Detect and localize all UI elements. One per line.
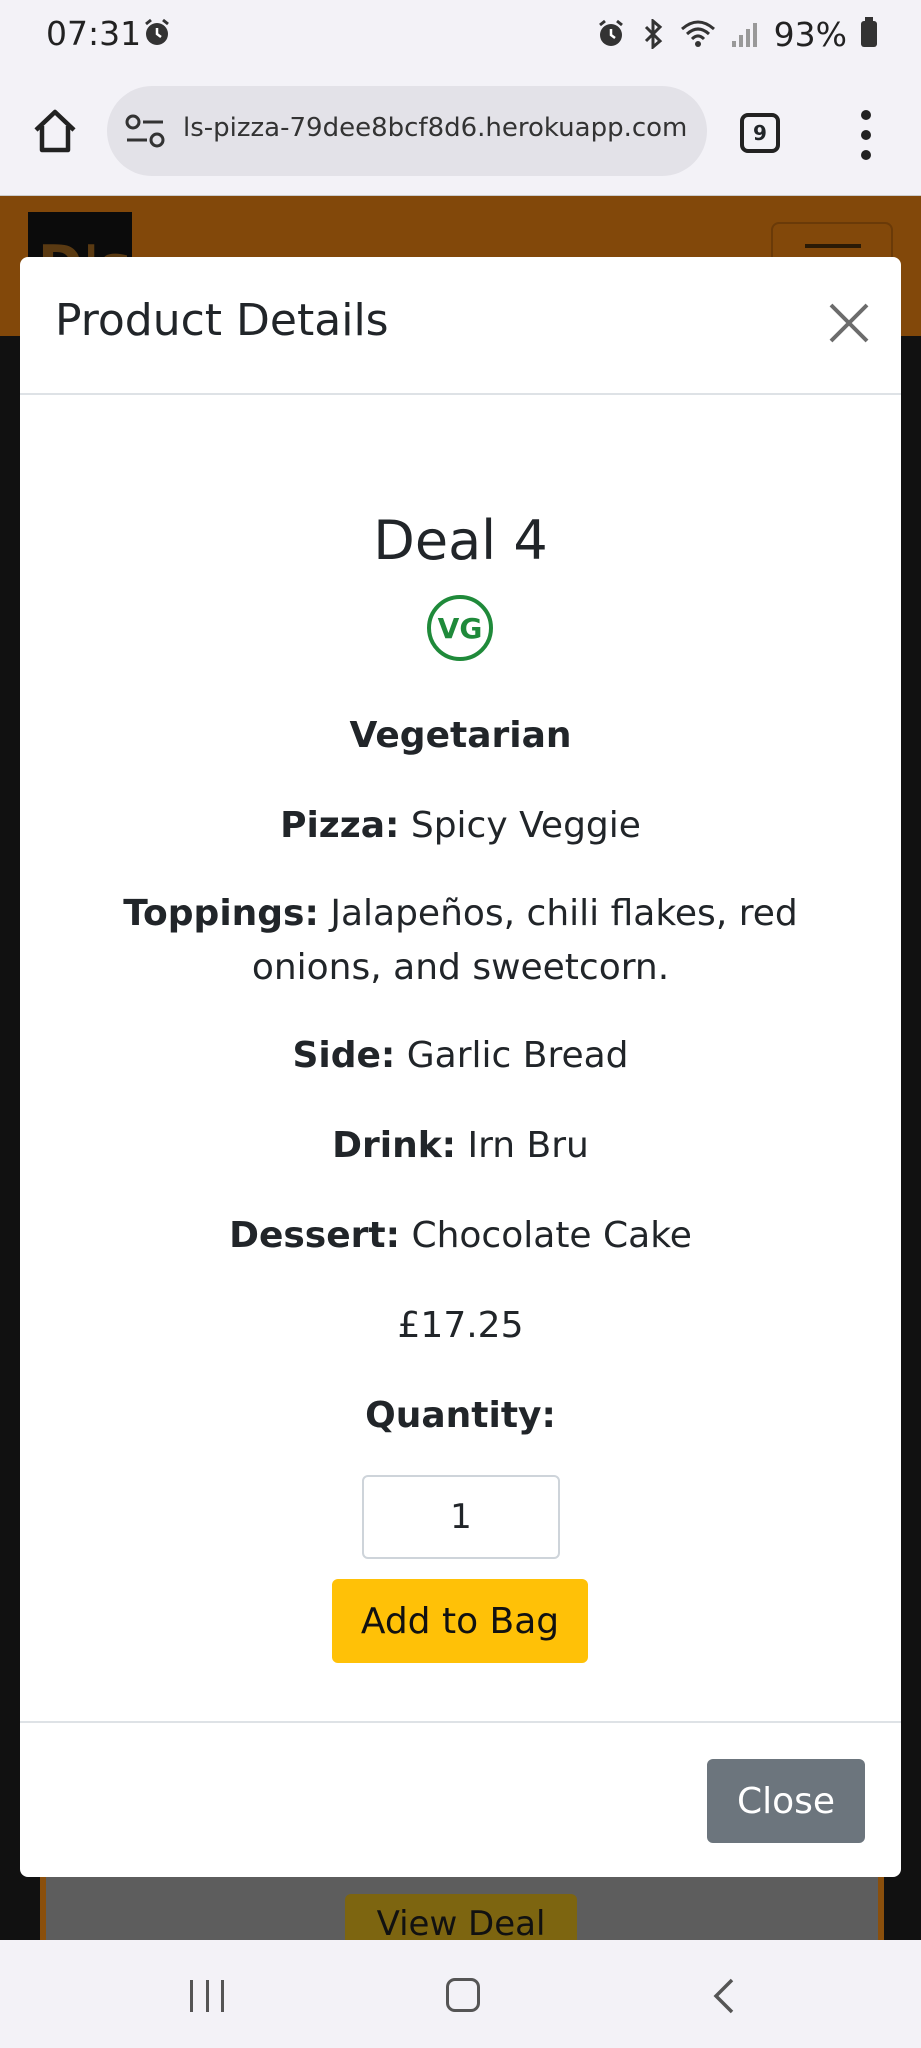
pizza-label: Pizza:	[280, 805, 400, 846]
alarm-icon	[145, 18, 169, 45]
status-time: 07:31	[46, 14, 142, 53]
side-label: Side:	[292, 1035, 396, 1076]
drink-line: Drink: Irn Bru	[60, 1119, 861, 1173]
pizza-value: Spicy Veggie	[410, 805, 641, 846]
system-nav-bar	[0, 1940, 921, 2048]
dessert-label: Dessert:	[229, 1215, 400, 1256]
close-button[interactable]: Close	[707, 1759, 865, 1843]
dessert-line: Dessert: Chocolate Cake	[60, 1209, 861, 1263]
view-deal-button: View Deal	[345, 1894, 577, 1940]
home-nav-icon[interactable]	[446, 1978, 480, 2012]
url-text[interactable]: ls-pizza-79dee8bcf8d6.herokuapp.com	[183, 113, 693, 143]
back-icon[interactable]	[708, 1976, 738, 2016]
add-to-bag-button[interactable]: Add to Bag	[332, 1579, 588, 1663]
signal-icon	[731, 23, 757, 47]
drink-value: Irn Bru	[467, 1125, 589, 1166]
modal-title: Product Details	[55, 295, 389, 346]
price: £17.25	[397, 1305, 524, 1346]
pizza-line: Pizza: Spicy Veggie	[60, 799, 861, 853]
diet-label: Vegetarian	[349, 715, 572, 756]
modal-header: Product Details	[20, 257, 901, 395]
wifi-icon	[680, 20, 715, 47]
tab-switcher-button[interactable]: 9	[740, 113, 780, 153]
alarm-icon	[598, 19, 623, 46]
status-icons: 93%	[596, 14, 877, 54]
site-settings-icon[interactable]	[125, 114, 165, 148]
drink-label: Drink:	[332, 1125, 457, 1166]
toppings-value: Jalapeños, chili flakes, red onions, and…	[251, 893, 798, 988]
quantity-input[interactable]: 1	[362, 1475, 560, 1559]
deal-name: Deal 4	[373, 509, 548, 572]
dessert-value: Chocolate Cake	[411, 1215, 692, 1256]
home-icon[interactable]	[30, 106, 80, 156]
product-details-modal: Product Details Deal 4 VG Vegetarian Piz…	[20, 257, 901, 1877]
battery-icon	[861, 17, 877, 47]
modal-body: Deal 4 VG Vegetarian Pizza: Spicy Veggie…	[20, 395, 901, 1663]
status-bar: 07:31 93%	[0, 0, 921, 66]
close-icon[interactable]	[827, 301, 871, 345]
toppings-line: Toppings: Jalapeños, chili flakes, red o…	[60, 887, 861, 995]
modal-footer: Close	[20, 1721, 901, 1877]
address-bar[interactable]: ls-pizza-79dee8bcf8d6.herokuapp.com	[107, 86, 707, 176]
toppings-label: Toppings:	[123, 893, 319, 934]
vegetarian-badge-icon: VG	[427, 595, 493, 661]
recents-icon[interactable]	[190, 1980, 224, 2012]
side-line: Side: Garlic Bread	[60, 1029, 861, 1083]
browser-menu-icon[interactable]	[854, 110, 878, 160]
quantity-label: Quantity:	[365, 1395, 556, 1436]
battery-percent: 93%	[773, 14, 847, 54]
side-value: Garlic Bread	[406, 1035, 629, 1076]
bluetooth-icon	[644, 19, 662, 49]
browser-toolbar: ls-pizza-79dee8bcf8d6.herokuapp.com 9	[0, 66, 921, 196]
